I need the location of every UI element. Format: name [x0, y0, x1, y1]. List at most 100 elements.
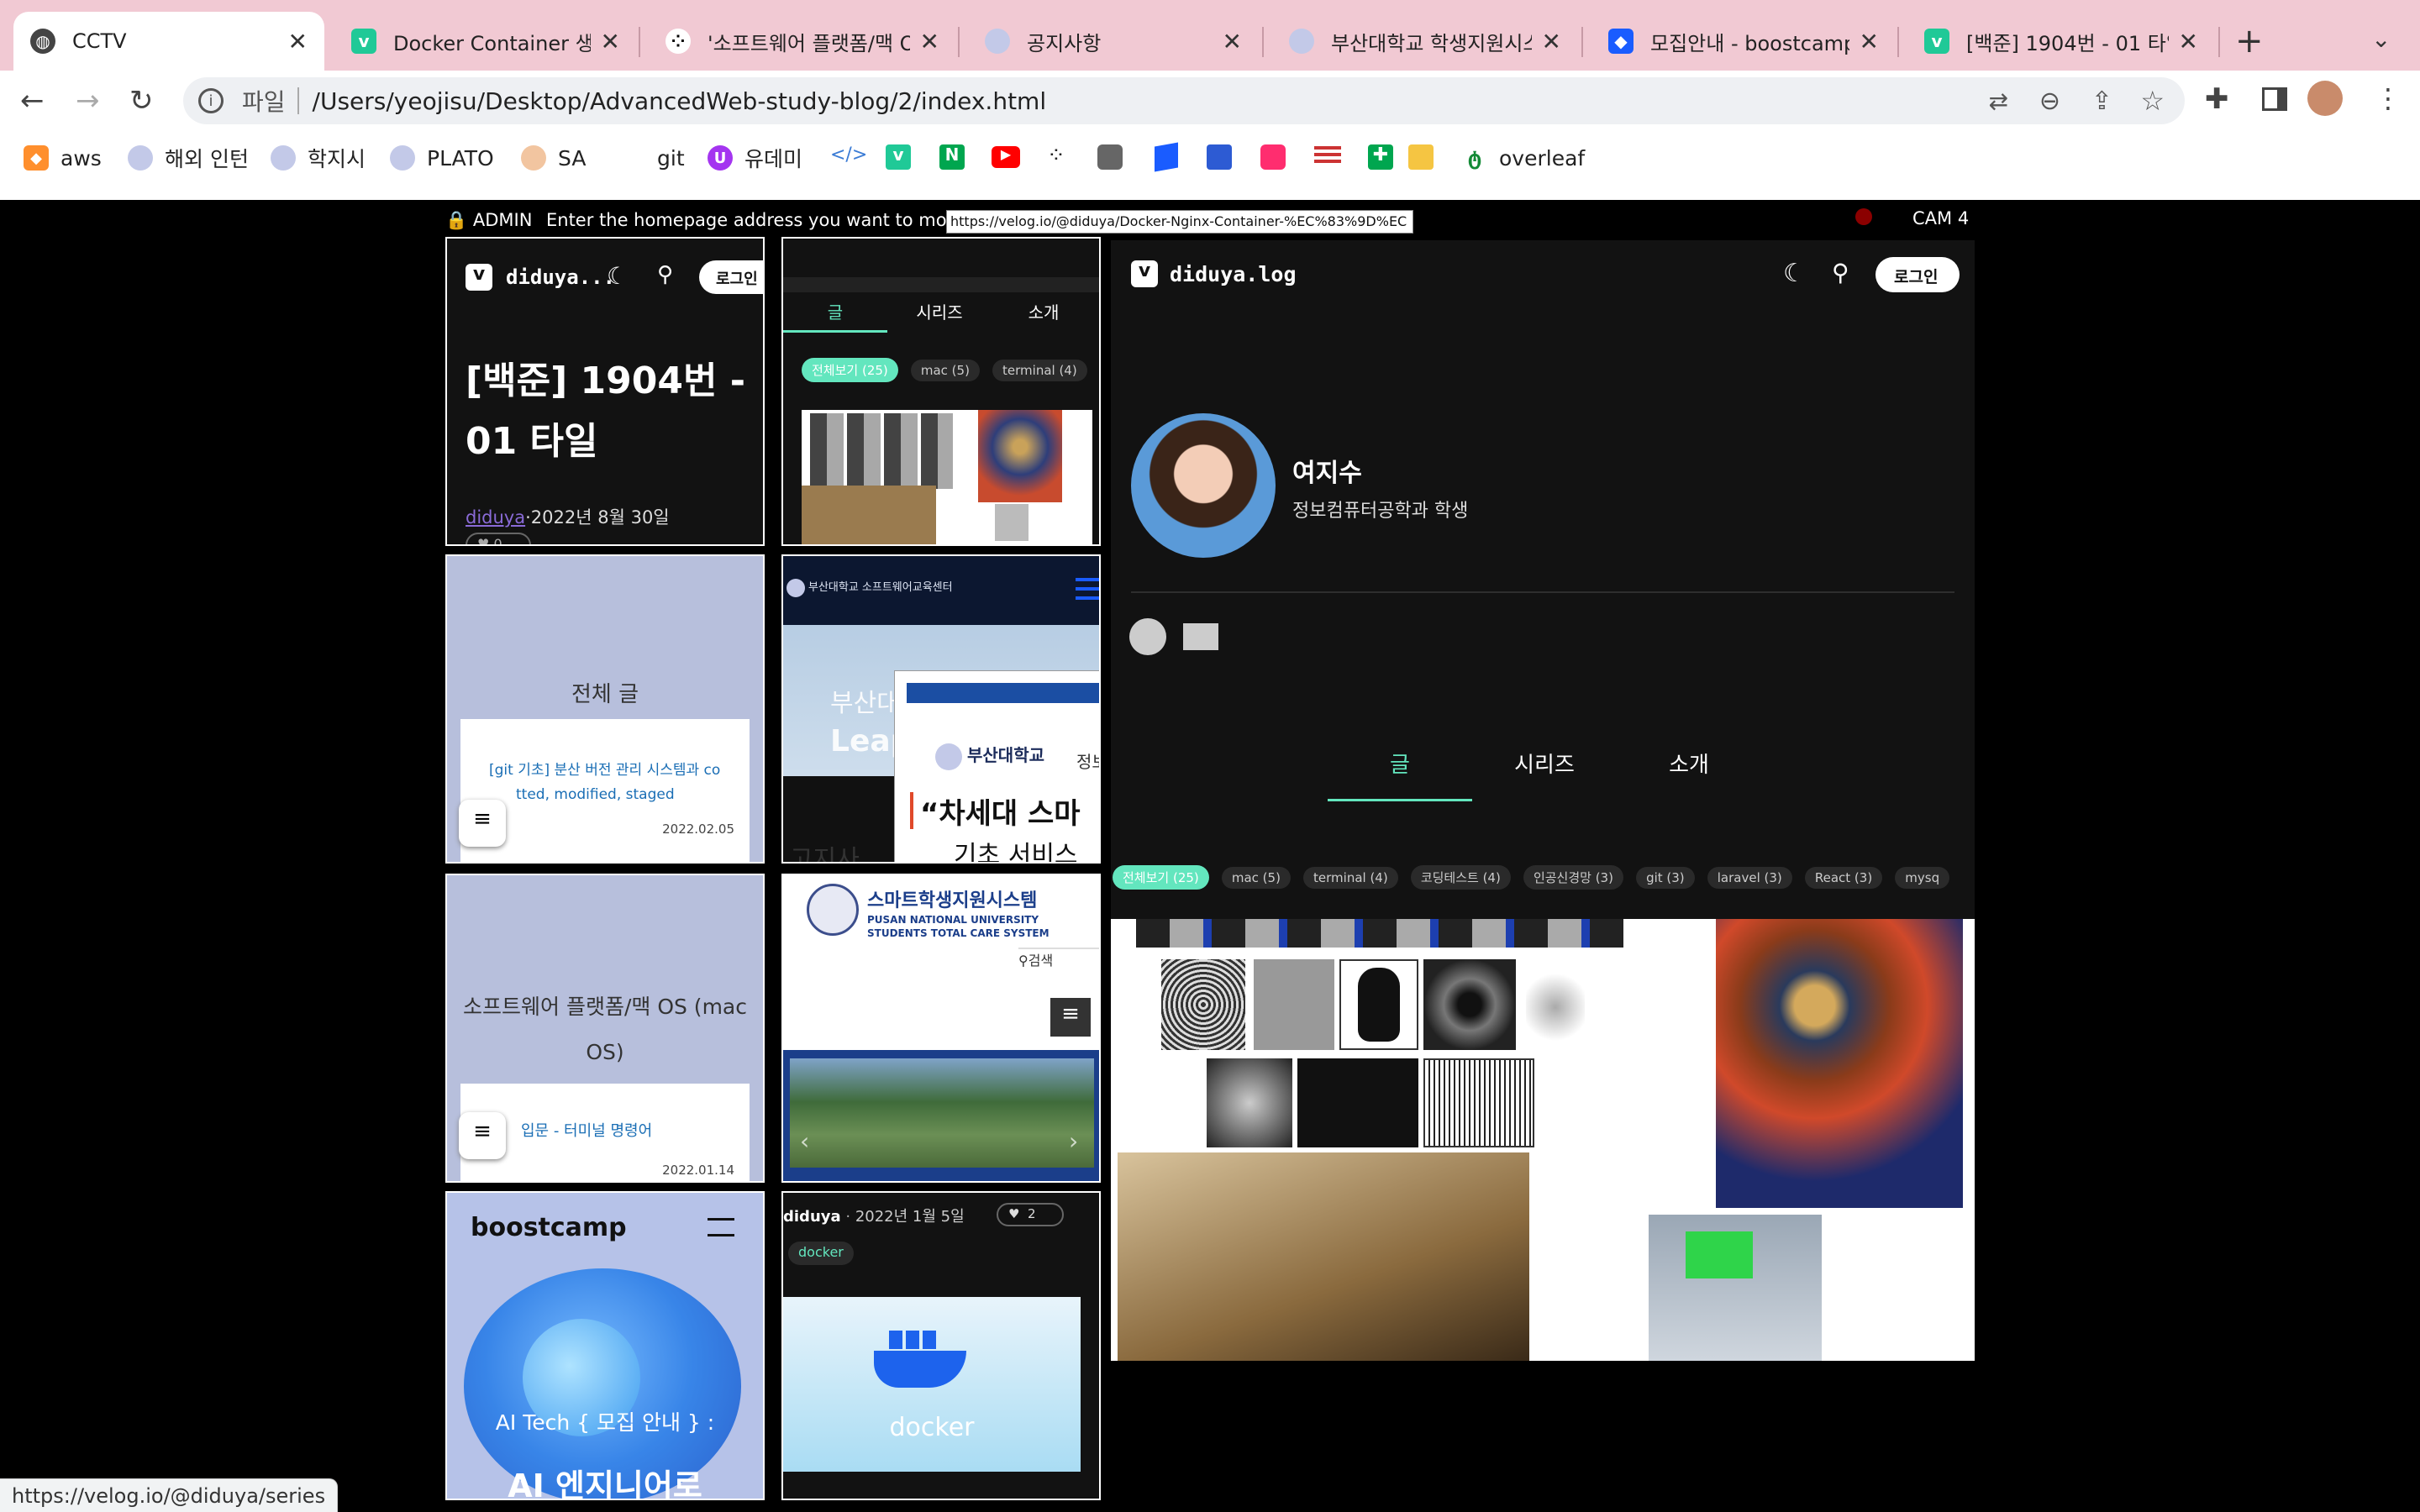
tag-chip[interactable]: docker [788, 1242, 854, 1265]
app2-bookmark-icon[interactable] [1260, 144, 1286, 170]
cam-panel-8[interactable]: diduya · 2022년 1월 5일 ♥ 2 docker docker [781, 1191, 1101, 1500]
tab-close-icon[interactable]: ✕ [601, 28, 620, 55]
bookmark-plato[interactable]: PLATO [390, 141, 494, 175]
hamburger-menu-icon[interactable]: ≡ [459, 1112, 506, 1159]
chip-neural-network[interactable]: 인공신경망 (3) [1523, 865, 1623, 890]
carousel-next-icon[interactable]: › [1069, 1127, 1078, 1155]
zoom-icon[interactable]: ⊖ [2039, 87, 2060, 116]
bookmark-star-icon[interactable]: ☆ [2140, 85, 2165, 117]
tab-about[interactable]: 소개 [1617, 748, 1761, 801]
tab-search-chevron-icon[interactable]: ⌄ [2371, 25, 2391, 53]
main-cam-view[interactable]: v diduya.log ☾ ⚲ 로그인 여지수 정보컴퓨터공학과 학생 글 시… [1111, 240, 1975, 1361]
tab-close-icon[interactable]: ✕ [288, 28, 308, 55]
blog-name[interactable]: diduya... [506, 265, 615, 289]
tab-posts[interactable]: 글 [783, 299, 887, 333]
new-tab-plus-icon[interactable]: + [2235, 22, 2264, 60]
chip-terminal[interactable]: terminal (4) [1303, 867, 1398, 889]
reload-icon[interactable]: ↻ [129, 84, 154, 118]
cross-bookmark-icon[interactable]: ✚ [1368, 144, 1393, 170]
side-panel-icon[interactable] [2262, 87, 2287, 111]
pnu-header-logo[interactable]: 부산대학교 소프트웨어교육센터 [786, 578, 953, 597]
chip-mac[interactable]: mac (5) [1221, 867, 1291, 889]
chip-all[interactable]: 전체보기 (25) [1113, 865, 1209, 890]
naver-bookmark-icon[interactable]: N [939, 144, 965, 170]
cam-panel-3[interactable]: 전체 글 [git 기초] 분산 버전 관리 시스템과 co tted, mod… [445, 554, 765, 864]
info-icon[interactable]: i [198, 88, 224, 113]
cube-bookmark-icon[interactable] [1155, 142, 1178, 172]
bookmark-aws[interactable]: ◆ aws [24, 141, 102, 175]
address-bar[interactable]: i 파일 /Users/yeojisu/Desktop/AdvancedWeb-… [183, 77, 2185, 124]
bookmark-udemy[interactable]: U 유데미 [708, 141, 802, 175]
tab-close-icon[interactable]: ✕ [1223, 28, 1242, 55]
cam-panel-1[interactable]: v diduya... ☾ ⚲ 로그인 [백준] 1904번 -01 타일 di… [445, 237, 765, 546]
search-link[interactable]: ⚲검색 [1018, 949, 1053, 969]
blog-name[interactable]: diduya.log [1170, 262, 1297, 286]
menu-kebab-icon[interactable]: ⋮ [2375, 82, 2402, 114]
email-icon[interactable] [1183, 623, 1218, 650]
nav-menu-icon[interactable] [1076, 578, 1099, 601]
like-button[interactable]: ♥ 0 [466, 533, 531, 544]
chip-git[interactable]: git (3) [1636, 867, 1695, 889]
bookmark-overleaf[interactable]: ტ overleaf [1462, 141, 1585, 175]
hamburger-menu-icon[interactable] [708, 1218, 734, 1236]
code-icon[interactable]: </> [830, 144, 867, 165]
chip-mac[interactable]: mac (5) [910, 360, 980, 381]
menu-button-icon[interactable]: ≡ [1050, 998, 1091, 1037]
tab-close-icon[interactable]: ✕ [1860, 28, 1879, 55]
forward-arrow-icon[interactable]: → [76, 84, 100, 118]
notice-popup[interactable]: 부산대학교 정보 “차세대 스마 기초 서비스 [894, 670, 1099, 862]
app-bookmark-icon[interactable] [1097, 144, 1123, 170]
velog-logo-icon[interactable]: v [1131, 260, 1158, 287]
chip-coding-test[interactable]: 코딩테스트 (4) [1410, 865, 1511, 890]
bookmark-intern[interactable]: 해외 인턴 [128, 141, 249, 175]
login-button[interactable]: 로그인 [699, 260, 763, 294]
us-flag-bookmark-icon[interactable] [1314, 146, 1341, 166]
velog-logo-icon[interactable]: v [466, 264, 492, 291]
back-arrow-icon[interactable]: ← [20, 84, 45, 118]
cam-panel-2[interactable]: 글 시리즈 소개 전체보기 (25) mac (5) terminal (4) [781, 237, 1101, 546]
chip-terminal[interactable]: terminal (4) [992, 360, 1087, 381]
tab-close-icon[interactable]: ✕ [920, 28, 939, 55]
youtube-bookmark-icon[interactable]: ▶ [992, 146, 1020, 168]
bookmark-sa[interactable]: SA [521, 141, 586, 175]
dark-mode-moon-icon[interactable]: ☾ [1783, 259, 1806, 288]
chip-all[interactable]: 전체보기 (25) [802, 358, 898, 382]
extensions-puzzle-icon[interactable]: ✚ [2205, 82, 2229, 116]
dark-mode-moon-icon[interactable]: ☾ [607, 262, 628, 290]
tab-close-icon[interactable]: ✕ [1542, 28, 1561, 55]
like-button[interactable]: ♥ 2 [997, 1203, 1064, 1226]
dots-bookmark-icon[interactable]: ⁘ [1047, 143, 1065, 168]
tab-posts[interactable]: 글 [1328, 748, 1472, 801]
emoji-bookmark-icon[interactable] [1408, 144, 1434, 170]
share-icon[interactable]: ⇪ [2091, 87, 2112, 116]
tab-close-icon[interactable]: ✕ [2179, 28, 2198, 55]
hamburger-menu-icon[interactable]: ≡ [459, 800, 506, 847]
tab-baekjoon[interactable]: v [백준] 1904번 - 01 타일 ✕ [1907, 12, 2215, 71]
tab-notice[interactable]: 공지사항 ✕ [968, 12, 1259, 71]
login-button[interactable]: 로그인 [1876, 257, 1960, 292]
search-icon[interactable]: ⚲ [1832, 259, 1849, 286]
profile-avatar[interactable] [2307, 81, 2343, 116]
carousel-prev-icon[interactable]: ‹ [800, 1127, 809, 1155]
cam-panel-5[interactable]: 소프트웨어 플랫폼/맥 OS (mac OS) 입문 - 터미널 명령어 2022… [445, 874, 765, 1183]
velog-bookmark-icon[interactable]: v [886, 144, 911, 170]
tab-about[interactable]: 소개 [992, 299, 1096, 333]
chip-laravel[interactable]: laravel (3) [1707, 867, 1792, 889]
search-icon[interactable]: ⚲ [657, 262, 673, 287]
url-text[interactable]: /Users/yeojisu/Desktop/AdvancedWeb-study… [313, 87, 1047, 115]
cam-panel-7[interactable]: boostcamp AI Tech { 모집 안내 } : AI 엔지니어로 [445, 1191, 765, 1500]
tab-student-support[interactable]: 부산대학교 학생지원시스템 ✕ [1272, 12, 1578, 71]
tab-docker-container[interactable]: v Docker Container 생성 ✕ [334, 12, 637, 71]
chip-mysql[interactable]: mysq [1895, 867, 1950, 889]
tab-series[interactable]: 시리즈 [1472, 748, 1617, 801]
chip-react[interactable]: React (3) [1804, 867, 1883, 889]
github-icon[interactable] [1129, 618, 1166, 655]
jira-bookmark-icon[interactable] [1207, 144, 1232, 170]
tab-software-platform[interactable]: ⁘ '소프트웨어 플랫폼/맥 OS ✕ [649, 12, 956, 71]
translate-icon[interactable]: ⇄ [1989, 87, 2008, 115]
bookmark-hakjisi[interactable]: 학지시 [271, 141, 366, 175]
author-link[interactable]: diduya [466, 507, 525, 528]
tab-boostcamp[interactable]: ◆ 모집안내 - boostcamp ✕ [1591, 12, 1896, 71]
bookmark-git[interactable]: git [657, 141, 685, 175]
tab-series[interactable]: 시리즈 [887, 299, 992, 333]
